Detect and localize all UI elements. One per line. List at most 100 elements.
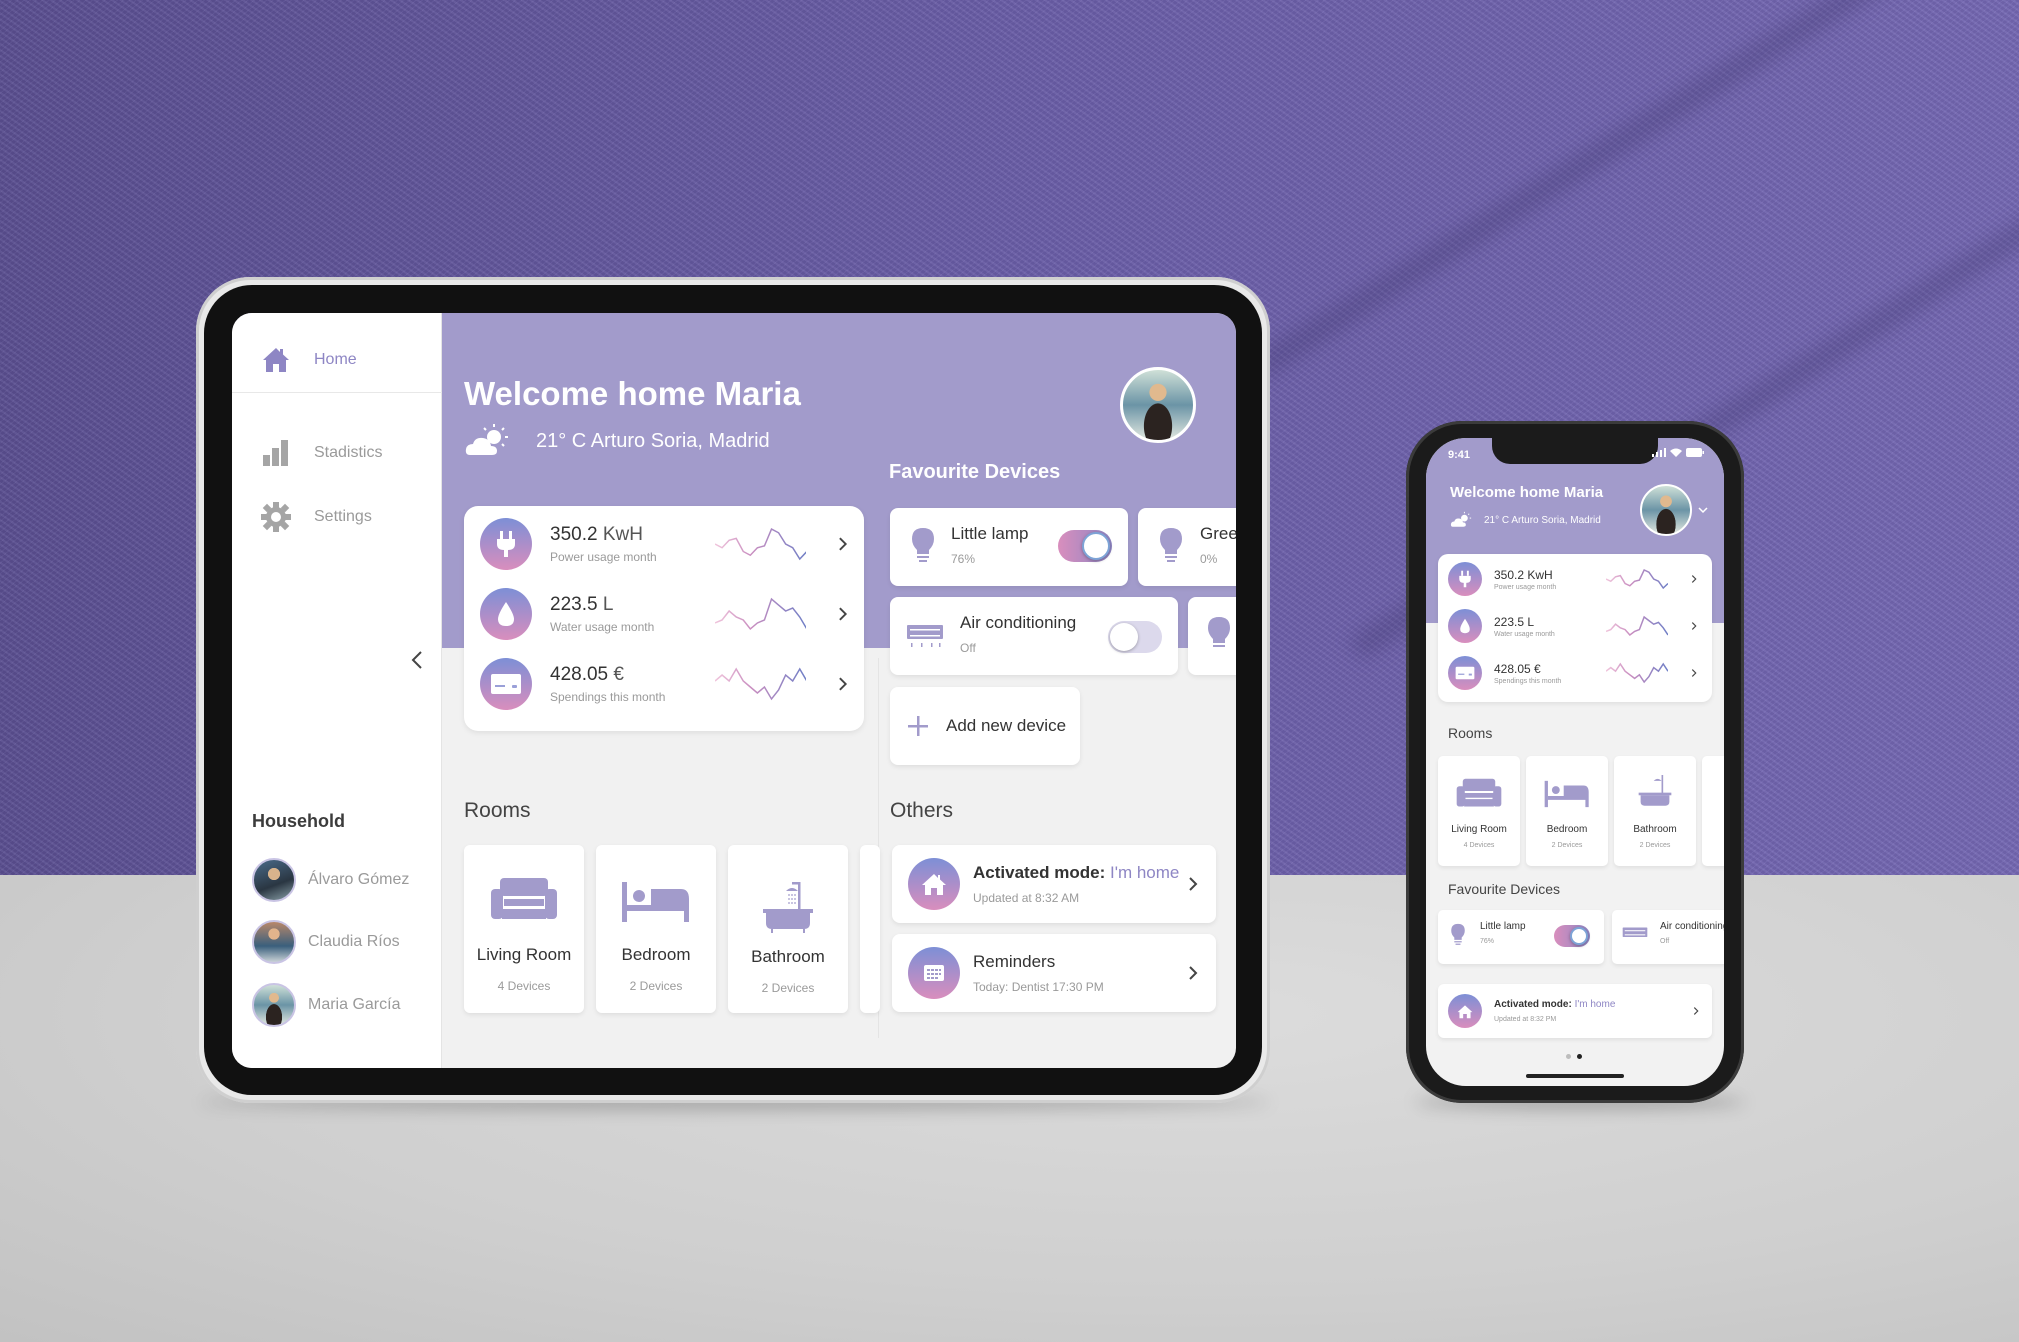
nav-label: Settings xyxy=(314,508,372,525)
room-devices: 4 Devices xyxy=(1463,842,1495,849)
other-title: Activated mode: xyxy=(973,863,1106,882)
chevron-right-icon xyxy=(1691,669,1697,677)
stat-value: 350.2 xyxy=(1494,567,1525,582)
sparkline-chart xyxy=(1606,615,1668,637)
reminders-card[interactable]: Reminders Today: Dentist 17:30 PM xyxy=(892,934,1216,1012)
device-name: Little lamp xyxy=(1480,921,1526,932)
stat-value: 223.5 xyxy=(550,594,598,615)
sidebar-item-home[interactable]: Home xyxy=(232,327,442,393)
phone-screen: 9:41 Welcome home Maria 21° C Arturo Sor… xyxy=(1426,438,1724,1086)
device-card-partial[interactable] xyxy=(1188,597,1236,675)
chevron-right-icon xyxy=(839,537,848,551)
sparkline-series xyxy=(1606,569,1668,590)
sofa-icon xyxy=(491,878,557,919)
device-card-air-conditioning[interactable]: Air conditioning Off xyxy=(890,597,1178,675)
nav-label: Home xyxy=(314,350,357,368)
activated-mode-card[interactable]: Activated mode: I'm home Updated at 8:32 … xyxy=(892,845,1216,923)
partly-cloudy-icon xyxy=(1450,511,1472,527)
room-card-living-room[interactable]: Living Room 4 Devices xyxy=(464,845,584,1013)
phone-favourite-title: Favourite Devices xyxy=(1448,881,1561,897)
battery-icon xyxy=(1686,448,1704,457)
stat-row-power[interactable]: 350.2 KwH Power usage month xyxy=(480,514,850,574)
chevron-right-icon xyxy=(1189,966,1198,980)
room-name: Bathroom xyxy=(751,947,825,966)
other-title: Activated mode: xyxy=(1494,999,1572,1010)
room-card-bedroom[interactable]: Bedroom 2 Devices xyxy=(1526,756,1608,866)
device-name: Air conditioning xyxy=(1660,921,1724,932)
room-devices: 2 Devices xyxy=(1551,842,1583,849)
page-dot[interactable] xyxy=(1566,1054,1571,1059)
device-card-little-lamp[interactable]: Little lamp 76% xyxy=(1438,910,1604,964)
sidebar-item-stadistics[interactable]: Stadistics xyxy=(232,423,442,483)
device-toggle[interactable] xyxy=(1554,925,1590,947)
stat-row-water[interactable]: 223.5 L Water usage month xyxy=(480,584,850,644)
sparkline-chart xyxy=(714,667,807,701)
sparkline-series xyxy=(1606,615,1668,637)
phone-profile-avatar[interactable] xyxy=(1640,484,1692,536)
sparkline-series xyxy=(714,527,807,561)
room-card-bathroom[interactable]: Bathroom 2 Devices xyxy=(1614,756,1696,866)
water-drop-icon xyxy=(480,588,532,640)
add-device-button[interactable]: Add new device xyxy=(890,687,1080,765)
activated-mode-card[interactable]: Activated mode: I'm home Updated at 8:32 … xyxy=(1438,984,1712,1038)
stat-unit: KwH xyxy=(1527,567,1553,582)
lightbulb-icon xyxy=(1208,617,1230,647)
chevron-right-icon xyxy=(839,607,848,621)
gear-icon xyxy=(261,502,291,532)
room-card-partial[interactable] xyxy=(860,845,880,1013)
weather-info: 21° C Arturo Soria, Madrid xyxy=(464,423,770,459)
stat-label: Water usage month xyxy=(1494,630,1555,638)
chevron-right-icon xyxy=(1691,575,1697,583)
device-name: Little lamp xyxy=(951,524,1029,543)
avatar xyxy=(252,920,296,964)
stat-value: 350.2 xyxy=(550,524,598,545)
device-name: Green xyxy=(1200,524,1236,543)
partly-cloudy-icon xyxy=(465,424,508,455)
room-name: Living Room xyxy=(476,945,572,964)
device-toggle[interactable] xyxy=(1058,530,1112,562)
collapse-sidebar-button[interactable] xyxy=(407,648,427,672)
device-card-air-conditioning[interactable]: Air conditioning Off xyxy=(1612,910,1724,964)
room-devices: 2 Devices xyxy=(761,981,815,995)
stat-row-water[interactable]: 223.5 L Water usage month xyxy=(1448,606,1708,646)
stat-unit: L xyxy=(1527,614,1535,629)
household-member[interactable]: Claudia Ríos xyxy=(252,920,400,964)
stat-label: Power usage month xyxy=(1494,583,1557,591)
air-conditioner-icon xyxy=(907,625,943,647)
page-indicator[interactable] xyxy=(1566,1054,1582,1059)
rooms-title: Rooms xyxy=(464,799,531,822)
room-card-partial[interactable] xyxy=(1702,756,1724,866)
plug-icon xyxy=(1448,562,1482,596)
mode-value: I'm home xyxy=(1571,999,1616,1010)
page-dot-active[interactable] xyxy=(1577,1054,1582,1059)
stat-label: Power usage month xyxy=(550,550,657,564)
device-toggle[interactable] xyxy=(1108,621,1162,653)
profile-avatar[interactable] xyxy=(1120,367,1196,443)
stat-label: Spendings this month xyxy=(1494,677,1562,685)
room-card-bathroom[interactable]: Bathroom 2 Devices xyxy=(728,845,848,1013)
stat-row-spendings[interactable]: 428.05 € Spendings this month xyxy=(1448,653,1708,693)
device-card-green[interactable]: Green 0% xyxy=(1138,508,1236,586)
chevron-down-icon[interactable] xyxy=(1698,506,1708,514)
room-card-bedroom[interactable]: Bedroom 2 Devices xyxy=(596,845,716,1013)
room-card-living-room[interactable]: Living Room 4 Devices xyxy=(1438,756,1520,866)
stat-row-power[interactable]: 350.2 KwH Power usage month xyxy=(1448,559,1708,599)
device-status: 0% xyxy=(1200,552,1218,566)
bed-icon xyxy=(622,882,689,922)
home-indicator[interactable] xyxy=(1526,1074,1624,1078)
member-name: Álvaro Gómez xyxy=(308,871,410,888)
other-subtitle: Today: Dentist 17:30 PM xyxy=(973,980,1104,994)
household-member[interactable]: Maria García xyxy=(252,983,400,1027)
status-icons xyxy=(1652,448,1704,457)
stat-row-spendings[interactable]: 428.05 € Spendings this month xyxy=(480,654,850,714)
lightbulb-icon xyxy=(1451,923,1465,945)
sidebar-item-settings[interactable]: Settings xyxy=(232,487,442,547)
household-member[interactable]: Álvaro Gómez xyxy=(252,858,409,902)
other-subtitle: Updated at 8:32 PM xyxy=(1494,1016,1557,1023)
bathtub-icon xyxy=(1638,775,1672,806)
other-title: Reminders xyxy=(973,952,1056,971)
stat-unit: L xyxy=(602,594,614,615)
stat-value: 428.05 xyxy=(1494,661,1531,676)
device-card-little-lamp[interactable]: Little lamp 76% xyxy=(890,508,1128,586)
chevron-right-icon xyxy=(1693,1007,1699,1015)
